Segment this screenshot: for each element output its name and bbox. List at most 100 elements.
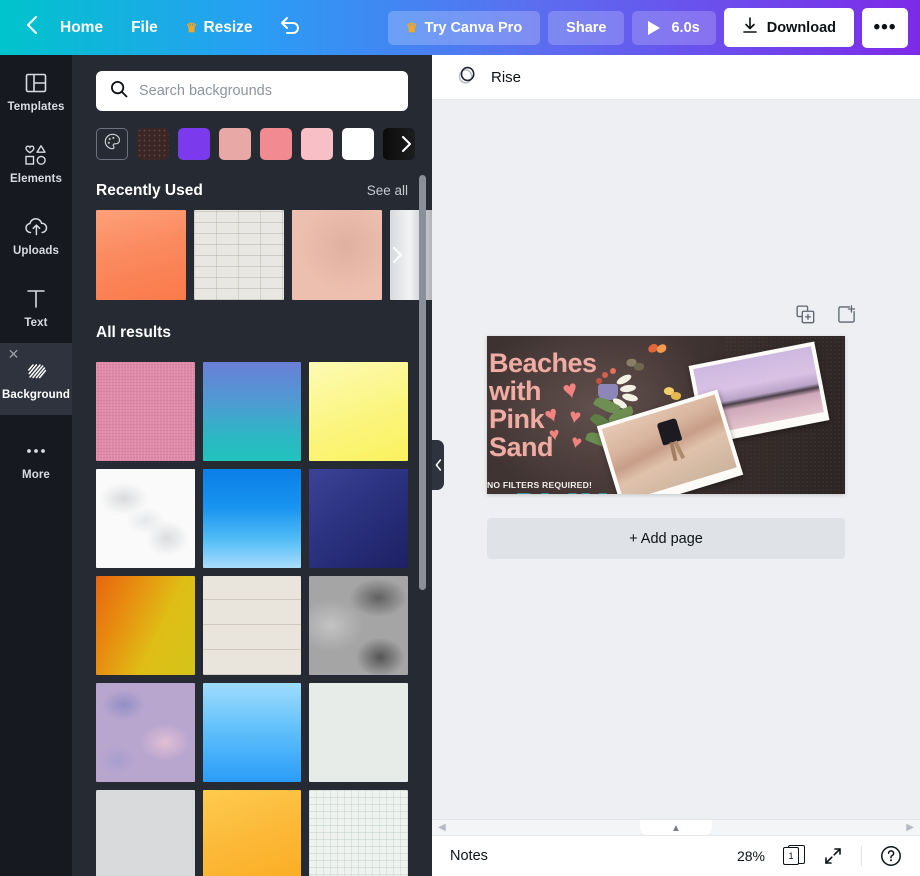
result-white-wood-planks[interactable] xyxy=(203,576,302,675)
try-canva-pro-button[interactable]: ♛ Try Canva Pro xyxy=(388,11,540,45)
swatch-dusty-rose[interactable] xyxy=(219,128,251,160)
present-play-button[interactable]: 6.0s xyxy=(632,11,715,45)
result-orange-yellow-brush[interactable] xyxy=(96,576,195,675)
panel-scrollbar[interactable] xyxy=(419,175,426,590)
cloud-upload-icon xyxy=(24,214,49,240)
ellipsis-icon xyxy=(25,438,47,464)
file-menu-item[interactable]: File xyxy=(117,12,172,44)
chevron-left-icon xyxy=(25,15,38,40)
try-canva-pro-label: Try Canva Pro xyxy=(425,20,523,36)
panel-collapse-handle[interactable] xyxy=(432,440,444,490)
color-picker-swatch[interactable] xyxy=(96,128,128,160)
page-number-badge: 1 xyxy=(783,847,799,865)
resize-label: Resize xyxy=(203,19,252,37)
result-blue-teal-gradient[interactable] xyxy=(203,362,302,461)
result-golden-yellow-gradient[interactable] xyxy=(203,790,302,876)
search-icon xyxy=(110,80,128,103)
swatch-next-arrow[interactable] xyxy=(392,128,420,160)
swatch-coral-pink[interactable] xyxy=(260,128,292,160)
back-button[interactable] xyxy=(16,11,46,45)
sidebar-label-uploads: Uploads xyxy=(13,245,59,257)
recently-used-next-arrow[interactable] xyxy=(384,210,410,300)
question-mark-icon[interactable] xyxy=(880,845,902,867)
play-duration-label: 6.0s xyxy=(671,20,699,36)
search-box[interactable] xyxy=(96,71,408,111)
bottom-bar: Notes 28% 1 xyxy=(432,835,920,876)
rise-logo-icon xyxy=(456,64,478,91)
see-all-link[interactable]: See all xyxy=(367,183,408,198)
recently-used-title: Recently Used xyxy=(96,182,203,200)
swatch-white[interactable] xyxy=(342,128,374,160)
sidebar-item-uploads[interactable]: Uploads xyxy=(0,199,72,271)
swatch-dark-brown-dotted[interactable] xyxy=(137,128,169,160)
canva-editor-window: Home File ♛ Resize ♛ Try Canva Pro Share xyxy=(0,0,920,876)
recent-thumb-orange-gradient[interactable] xyxy=(96,210,186,300)
add-page-button[interactable]: + Add page xyxy=(487,518,845,559)
download-label: Download xyxy=(767,20,836,36)
home-menu-item[interactable]: Home xyxy=(46,12,117,44)
result-light-blue-gradient[interactable] xyxy=(203,683,302,782)
scroll-right-arrow-icon[interactable]: ▶ xyxy=(900,822,920,833)
left-rail: Templates Elements Uploads xyxy=(0,55,72,876)
background-panel: Recently Used See all All results xyxy=(72,55,432,876)
notes-button[interactable]: Notes xyxy=(450,848,488,864)
chevron-up-icon: ▲ xyxy=(671,823,681,834)
sidebar-item-more[interactable]: More xyxy=(0,423,72,495)
zoom-level-label[interactable]: 28% xyxy=(737,848,765,864)
shapes-icon xyxy=(23,142,49,168)
crown-icon: ♛ xyxy=(186,21,198,34)
result-bright-blue-sky-gradient[interactable] xyxy=(203,469,302,568)
result-pale-yellow-gradient[interactable] xyxy=(309,362,408,461)
sidebar-label-text: Text xyxy=(24,317,47,329)
sidebar-item-background[interactable]: ✕ Background xyxy=(0,343,72,415)
recent-thumb-white-brick-wall[interactable] xyxy=(194,210,284,300)
result-white-crumpled-paper[interactable] xyxy=(309,683,408,782)
swatch-light-pink[interactable] xyxy=(301,128,333,160)
recently-used-header: Recently Used See all xyxy=(72,160,432,210)
more-options-button[interactable]: ••• xyxy=(862,8,908,48)
result-white-grid-paper[interactable] xyxy=(309,790,408,876)
expand-arrows-icon[interactable] xyxy=(823,846,843,866)
swatch-purple[interactable] xyxy=(178,128,210,160)
duplicate-page-icon[interactable] xyxy=(796,305,815,324)
canvas-stage: Rise Beaches with Pin xyxy=(432,55,920,876)
recent-thumb-peach-paper-texture[interactable] xyxy=(292,210,382,300)
share-label: Share xyxy=(566,20,606,36)
add-page-label: + Add page xyxy=(629,531,703,547)
share-button[interactable]: Share xyxy=(548,11,624,45)
play-word-text: PLAY xyxy=(515,489,607,494)
document-title: Rise xyxy=(491,69,521,86)
result-white-marble-texture[interactable] xyxy=(96,469,195,568)
sidebar-item-templates[interactable]: Templates xyxy=(0,55,72,127)
search-input[interactable] xyxy=(139,83,394,99)
scroll-left-arrow-icon[interactable]: ◀ xyxy=(432,822,452,833)
horizontal-scrollbar[interactable]: ◀ ▲ ▶ xyxy=(432,819,920,835)
sidebar-item-elements[interactable]: Elements xyxy=(0,127,72,199)
add-page-icon[interactable] xyxy=(837,305,856,324)
sidebar-label-elements: Elements xyxy=(10,173,62,185)
play-triangle-icon xyxy=(648,21,660,35)
result-grey-smoke-texture[interactable] xyxy=(309,576,408,675)
top-toolbar-right-group: ♛ Try Canva Pro Share 6.0s Download ••• xyxy=(388,8,920,48)
undo-button[interactable] xyxy=(267,10,313,45)
recently-used-strip xyxy=(72,210,432,302)
result-pink-fabric-texture[interactable] xyxy=(96,362,195,461)
headline-line-4: Sand xyxy=(489,432,553,463)
sidebar-label-more: More xyxy=(22,469,50,481)
sidebar-item-text[interactable]: Text xyxy=(0,271,72,343)
top-toolbar-left-group: Home File ♛ Resize xyxy=(0,10,313,45)
berry-shape xyxy=(602,372,608,378)
close-x-icon[interactable]: ✕ xyxy=(7,349,20,362)
resize-menu-item[interactable]: ♛ Resize xyxy=(172,12,267,44)
undo-arrow-icon xyxy=(279,16,301,39)
page-stack-icon[interactable]: 1 xyxy=(783,845,805,867)
download-button[interactable]: Download xyxy=(724,8,854,47)
palette-icon xyxy=(104,133,121,155)
design-page[interactable]: Beaches with Pink Sand NO FILTERS REQUIR… xyxy=(487,336,845,494)
result-pastel-purple-clouds[interactable] xyxy=(96,683,195,782)
file-label: File xyxy=(131,19,158,37)
notes-expand-notch[interactable]: ▲ xyxy=(640,820,712,836)
result-dark-navy-gradient[interactable] xyxy=(309,469,408,568)
templates-grid-icon xyxy=(25,70,47,96)
result-grey-crumpled-paper[interactable] xyxy=(96,790,195,876)
